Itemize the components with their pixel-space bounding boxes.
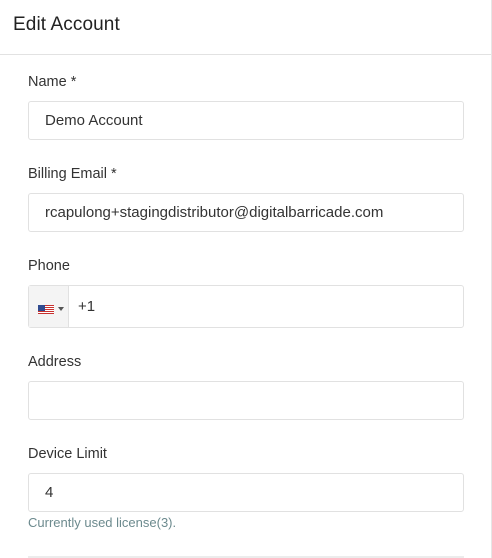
page-title: Edit Account	[13, 14, 120, 35]
name-input[interactable]: Demo Account	[28, 101, 464, 140]
device-limit-help-text: Currently used license(3).	[28, 515, 177, 530]
chevron-down-icon	[58, 307, 64, 311]
name-label: Name *	[28, 74, 77, 90]
phone-label: Phone	[28, 258, 70, 274]
billing-email-input[interactable]: rcapulong+stagingdistributor@digitalbarr…	[28, 193, 464, 232]
address-input[interactable]	[28, 381, 464, 420]
address-label: Address	[28, 354, 82, 370]
device-limit-input[interactable]: 4	[28, 473, 464, 512]
us-flag-icon	[38, 303, 54, 314]
billing-email-label: Billing Email *	[28, 166, 117, 182]
phone-field: +1	[28, 285, 464, 328]
country-code-dropdown[interactable]	[29, 286, 69, 327]
modal-header: Edit Account	[0, 0, 492, 55]
device-limit-label: Device Limit	[28, 446, 107, 462]
phone-input[interactable]: +1	[78, 286, 95, 327]
